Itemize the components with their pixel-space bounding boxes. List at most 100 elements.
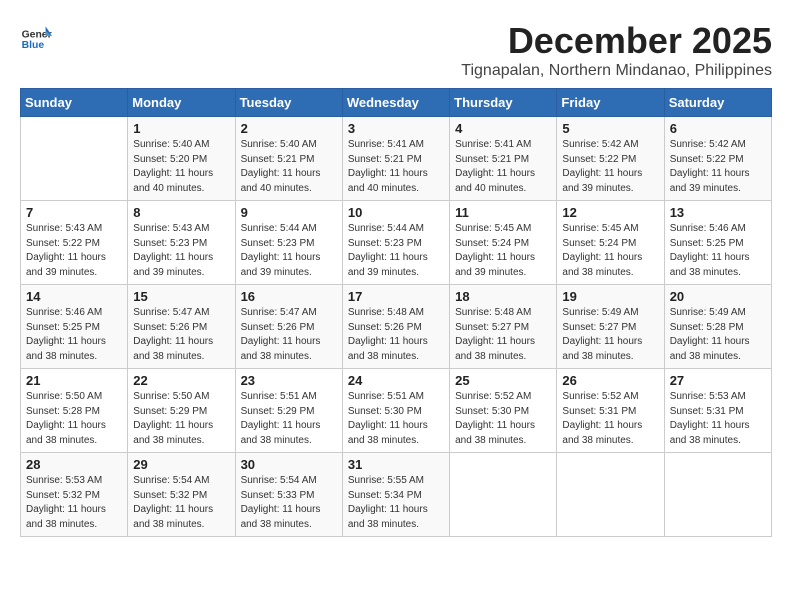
day-number: 12 <box>562 205 658 220</box>
weekday-header: Monday <box>128 89 235 117</box>
month-title: December 2025 <box>461 20 772 62</box>
day-number: 17 <box>348 289 444 304</box>
day-number: 15 <box>133 289 229 304</box>
weekday-header: Wednesday <box>342 89 449 117</box>
day-number: 1 <box>133 121 229 136</box>
calendar-cell: 2Sunrise: 5:40 AM Sunset: 5:21 PM Daylig… <box>235 117 342 201</box>
day-info: Sunrise: 5:43 AM Sunset: 5:23 PM Dayligh… <box>133 222 229 280</box>
day-number: 7 <box>26 205 122 220</box>
calendar-cell: 21Sunrise: 5:50 AM Sunset: 5:28 PM Dayli… <box>21 369 128 453</box>
calendar-cell <box>450 453 557 537</box>
calendar-cell: 8 Sunrise: 5:43 AM Sunset: 5:23 PM Daylig… <box>128 201 235 285</box>
day-number: 4 <box>455 121 551 136</box>
calendar-cell: 7 Sunrise: 5:43 AM Sunset: 5:22 PM Daylig… <box>21 201 128 285</box>
day-number: 3 <box>348 121 444 136</box>
page-header: General Blue December 2025 Tignapalan, N… <box>20 20 772 80</box>
calendar-cell: 3 Sunrise: 5:41 AM Sunset: 5:21 PM Daylig… <box>342 117 449 201</box>
calendar-cell: 4 Sunrise: 5:41 AM Sunset: 5:21 PM Daylig… <box>450 117 557 201</box>
calendar-cell: 11 Sunrise: 5:45 AM Sunset: 5:24 PM Dayli… <box>450 201 557 285</box>
day-info: Sunrise: 5:52 AM Sunset: 5:31 PM Dayligh… <box>562 390 658 448</box>
title-section: December 2025 Tignapalan, Northern Minda… <box>461 20 772 80</box>
day-info: Sunrise: 5:46 AM Sunset: 5:25 PM Dayligh… <box>26 306 122 364</box>
day-info: Sunrise: 5:52 AM Sunset: 5:30 PM Dayligh… <box>455 390 551 448</box>
day-number: 18 <box>455 289 551 304</box>
day-number: 31 <box>348 457 444 472</box>
day-info: Sunrise: 5:42 AM Sunset: 5:22 PM Dayligh… <box>670 138 766 196</box>
calendar-cell: 26 Sunrise: 5:52 AM Sunset: 5:31 PM Dayli… <box>557 369 664 453</box>
day-info: Sunrise: 5:44 AM Sunset: 5:23 PM Dayligh… <box>348 222 444 280</box>
calendar-cell: 24Sunrise: 5:51 AM Sunset: 5:30 PM Dayli… <box>342 369 449 453</box>
day-number: 8 <box>133 205 229 220</box>
day-info: Sunrise: 5:40 AM Sunset: 5:20 PM Dayligh… <box>133 138 229 196</box>
calendar-cell: 31 Sunrise: 5:55 AM Sunset: 5:34 PM Dayli… <box>342 453 449 537</box>
day-number: 13 <box>670 205 766 220</box>
day-number: 5 <box>562 121 658 136</box>
calendar-cell: 6 Sunrise: 5:42 AM Sunset: 5:22 PM Daylig… <box>664 117 771 201</box>
location-title: Tignapalan, Northern Mindanao, Philippin… <box>461 62 772 80</box>
logo: General Blue <box>20 20 56 52</box>
day-number: 19 <box>562 289 658 304</box>
day-info: Sunrise: 5:42 AM Sunset: 5:22 PM Dayligh… <box>562 138 658 196</box>
calendar-cell: 19 Sunrise: 5:49 AM Sunset: 5:27 PM Dayli… <box>557 285 664 369</box>
weekday-header: Tuesday <box>235 89 342 117</box>
calendar-cell: 20 Sunrise: 5:49 AM Sunset: 5:28 PM Dayli… <box>664 285 771 369</box>
day-number: 16 <box>241 289 337 304</box>
day-info: Sunrise: 5:48 AM Sunset: 5:26 PM Dayligh… <box>348 306 444 364</box>
calendar-cell: 22 Sunrise: 5:50 AM Sunset: 5:29 PM Dayli… <box>128 369 235 453</box>
day-info: Sunrise: 5:41 AM Sunset: 5:21 PM Dayligh… <box>348 138 444 196</box>
calendar-cell: 29Sunrise: 5:54 AM Sunset: 5:32 PM Dayli… <box>128 453 235 537</box>
calendar-cell: 5 Sunrise: 5:42 AM Sunset: 5:22 PM Daylig… <box>557 117 664 201</box>
day-info: Sunrise: 5:54 AM Sunset: 5:33 PM Dayligh… <box>241 474 337 532</box>
calendar-cell <box>664 453 771 537</box>
day-number: 11 <box>455 205 551 220</box>
day-info: Sunrise: 5:43 AM Sunset: 5:22 PM Dayligh… <box>26 222 122 280</box>
day-info: Sunrise: 5:53 AM Sunset: 5:32 PM Dayligh… <box>26 474 122 532</box>
day-info: Sunrise: 5:49 AM Sunset: 5:27 PM Dayligh… <box>562 306 658 364</box>
day-info: Sunrise: 5:45 AM Sunset: 5:24 PM Dayligh… <box>455 222 551 280</box>
svg-text:Blue: Blue <box>22 40 45 51</box>
calendar-table: SundayMondayTuesdayWednesdayThursdayFrid… <box>20 88 772 537</box>
weekday-header: Saturday <box>664 89 771 117</box>
calendar-cell: 18 Sunrise: 5:48 AM Sunset: 5:27 PM Dayli… <box>450 285 557 369</box>
calendar-cell: 27Sunrise: 5:53 AM Sunset: 5:31 PM Dayli… <box>664 369 771 453</box>
calendar-cell: 23Sunrise: 5:51 AM Sunset: 5:29 PM Dayli… <box>235 369 342 453</box>
day-number: 20 <box>670 289 766 304</box>
logo-icon: General Blue <box>20 20 52 52</box>
day-number: 24 <box>348 373 444 388</box>
day-info: Sunrise: 5:47 AM Sunset: 5:26 PM Dayligh… <box>133 306 229 364</box>
weekday-header: Friday <box>557 89 664 117</box>
day-info: Sunrise: 5:50 AM Sunset: 5:29 PM Dayligh… <box>133 390 229 448</box>
day-number: 14 <box>26 289 122 304</box>
day-info: Sunrise: 5:55 AM Sunset: 5:34 PM Dayligh… <box>348 474 444 532</box>
weekday-header: Sunday <box>21 89 128 117</box>
calendar-cell: 10 Sunrise: 5:44 AM Sunset: 5:23 PM Dayli… <box>342 201 449 285</box>
day-info: Sunrise: 5:45 AM Sunset: 5:24 PM Dayligh… <box>562 222 658 280</box>
day-info: Sunrise: 5:40 AM Sunset: 5:21 PM Dayligh… <box>241 138 337 196</box>
day-info: Sunrise: 5:41 AM Sunset: 5:21 PM Dayligh… <box>455 138 551 196</box>
day-number: 6 <box>670 121 766 136</box>
calendar-cell <box>557 453 664 537</box>
day-info: Sunrise: 5:48 AM Sunset: 5:27 PM Dayligh… <box>455 306 551 364</box>
day-number: 27 <box>670 373 766 388</box>
calendar-cell: 30 Sunrise: 5:54 AM Sunset: 5:33 PM Dayli… <box>235 453 342 537</box>
calendar-cell: 13Sunrise: 5:46 AM Sunset: 5:25 PM Dayli… <box>664 201 771 285</box>
calendar-cell: 1 Sunrise: 5:40 AM Sunset: 5:20 PM Daylig… <box>128 117 235 201</box>
calendar-cell: 28 Sunrise: 5:53 AM Sunset: 5:32 PM Dayli… <box>21 453 128 537</box>
day-number: 28 <box>26 457 122 472</box>
day-number: 10 <box>348 205 444 220</box>
day-number: 29 <box>133 457 229 472</box>
day-info: Sunrise: 5:44 AM Sunset: 5:23 PM Dayligh… <box>241 222 337 280</box>
calendar-cell: 17 Sunrise: 5:48 AM Sunset: 5:26 PM Dayli… <box>342 285 449 369</box>
day-number: 30 <box>241 457 337 472</box>
day-number: 26 <box>562 373 658 388</box>
day-number: 22 <box>133 373 229 388</box>
calendar-cell: 12 Sunrise: 5:45 AM Sunset: 5:24 PM Dayli… <box>557 201 664 285</box>
calendar-cell: 25 Sunrise: 5:52 AM Sunset: 5:30 PM Dayli… <box>450 369 557 453</box>
day-info: Sunrise: 5:47 AM Sunset: 5:26 PM Dayligh… <box>241 306 337 364</box>
calendar-cell: 15 Sunrise: 5:47 AM Sunset: 5:26 PM Dayli… <box>128 285 235 369</box>
day-number: 25 <box>455 373 551 388</box>
day-info: Sunrise: 5:49 AM Sunset: 5:28 PM Dayligh… <box>670 306 766 364</box>
day-info: Sunrise: 5:51 AM Sunset: 5:29 PM Dayligh… <box>241 390 337 448</box>
calendar-cell <box>21 117 128 201</box>
day-info: Sunrise: 5:50 AM Sunset: 5:28 PM Dayligh… <box>26 390 122 448</box>
